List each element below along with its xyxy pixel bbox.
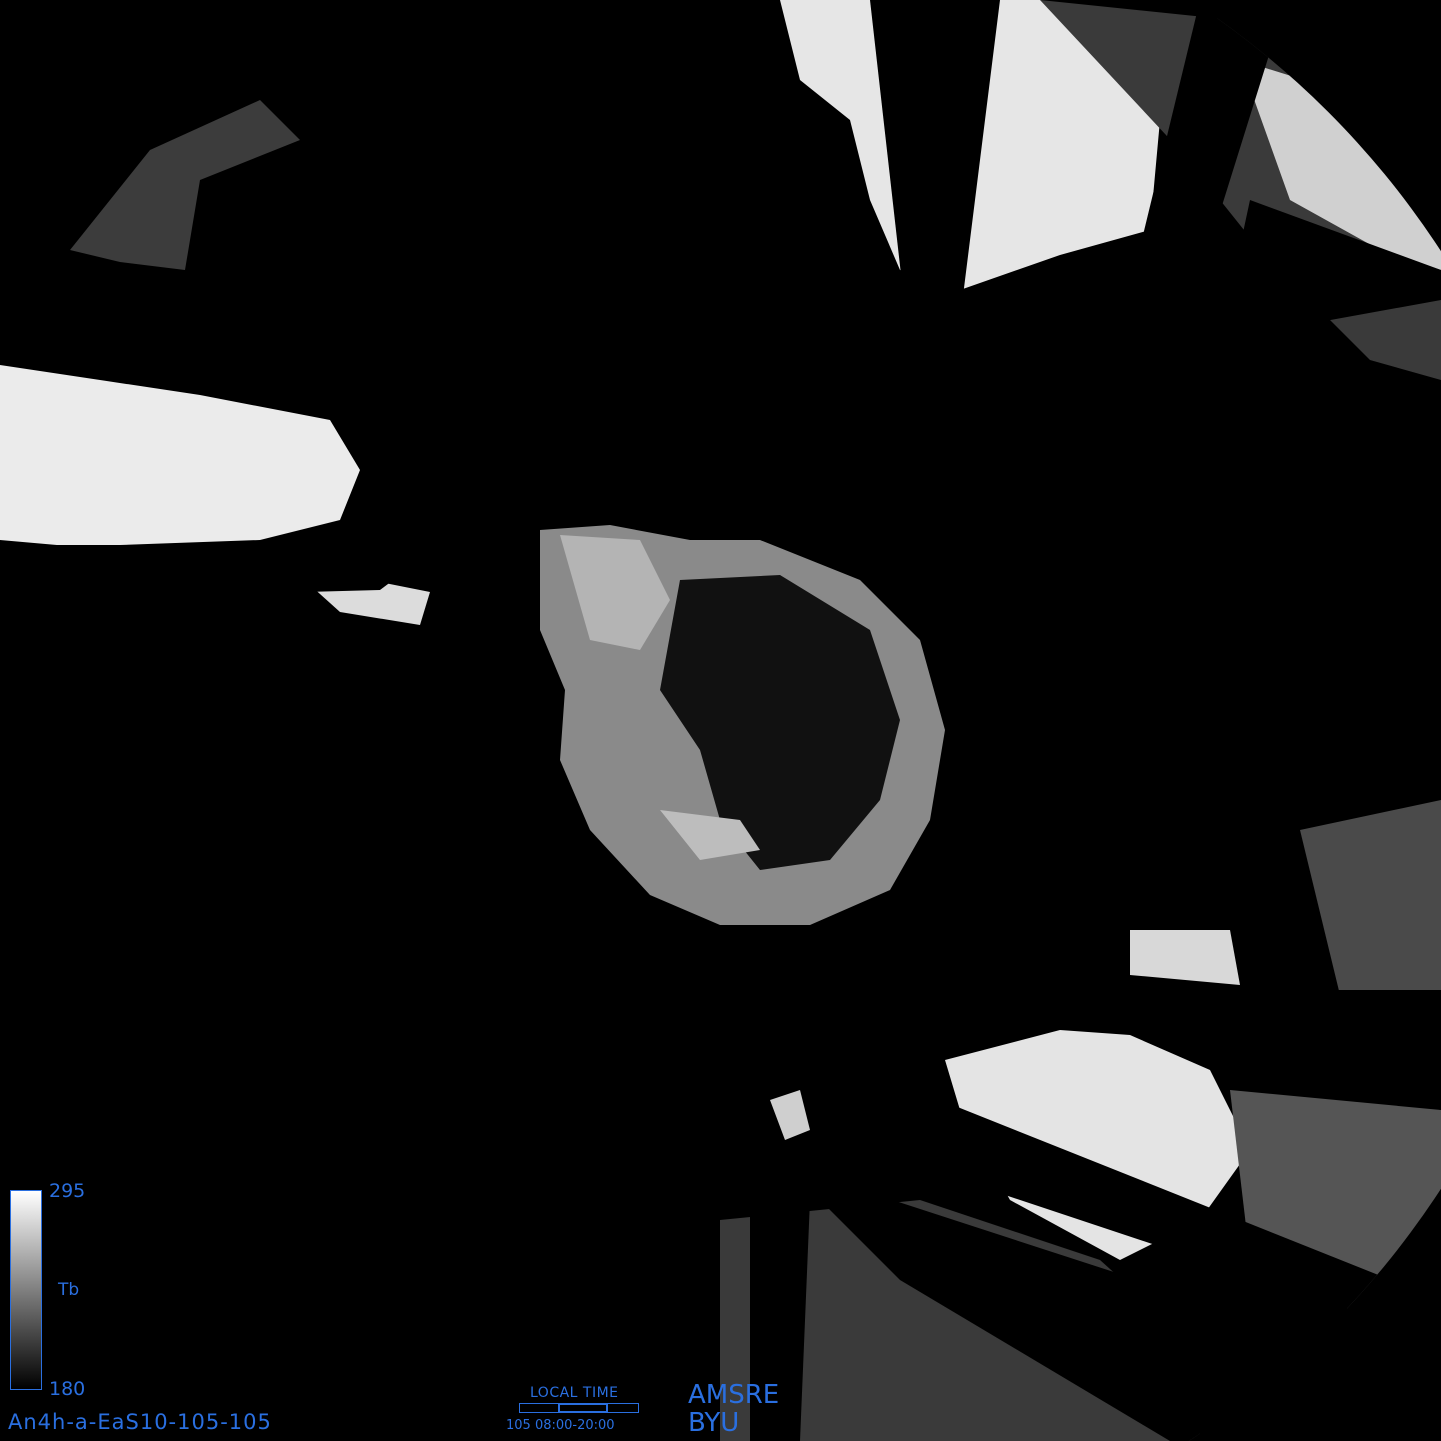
ocean-swath-right — [1300, 800, 1441, 995]
local-time-range: 105 08:00-20:00 — [506, 1418, 615, 1433]
swath-gap-4 — [0, 540, 400, 600]
sensor-label: AMSRE — [688, 1380, 780, 1410]
colorbar-min-label: 180 — [49, 1378, 86, 1400]
land-region-southeast-asia — [1130, 930, 1240, 985]
product-id-label: An4h-a-EaS10-105-105 — [8, 1410, 272, 1434]
local-time-title: LOCAL TIME — [530, 1385, 619, 1401]
local-time-window — [558, 1403, 608, 1413]
land-region-new-zealand — [770, 1090, 810, 1140]
land-region-south-america — [0, 365, 360, 545]
colorbar — [10, 1190, 42, 1390]
ocean-swath-upper-left — [70, 100, 300, 270]
institution-label: BYU — [688, 1408, 740, 1438]
brightness-temperature-map — [0, 0, 1441, 1441]
map-viewer: 295 180 Tb An4h-a-EaS10-105-105 LOCAL TI… — [0, 0, 1441, 1441]
colorbar-unit-label: Tb — [58, 1280, 80, 1300]
colorbar-max-label: 295 — [49, 1180, 86, 1202]
